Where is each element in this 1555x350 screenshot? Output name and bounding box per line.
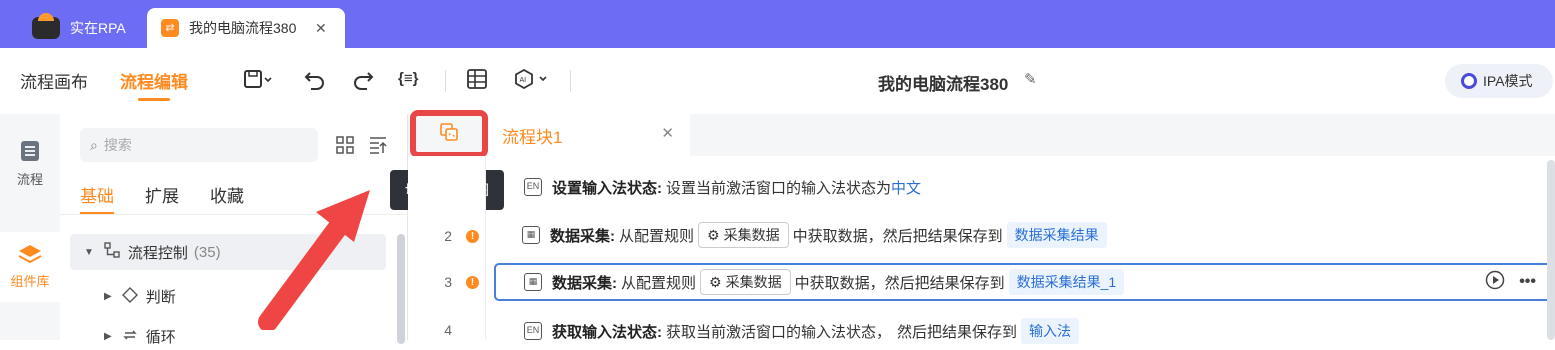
step-text: 中获取数据，然后把结果保存到 <box>794 274 1005 292</box>
search-input[interactable]: ⌕ 搜索 <box>80 128 318 162</box>
source-view-icon <box>440 122 458 146</box>
flow-step-row[interactable]: EN 获取输入法状态: 获取当前激活窗口的输入法状态， 然后把结果保存到 输入法 <box>494 312 1554 350</box>
gear-icon: ⚙ <box>709 273 722 290</box>
flow-tab-label: 我的电脑流程380 <box>189 20 297 36</box>
run-step-icon[interactable] <box>1485 270 1505 295</box>
app-tab[interactable]: 实在RPA <box>32 8 126 48</box>
step-text: 从配置规则 <box>621 274 697 292</box>
document-title: 我的电脑流程380 <box>878 75 1009 94</box>
ipa-mode-button[interactable]: IPA模式 <box>1445 64 1553 98</box>
chip-label: 采集数据 <box>725 274 782 290</box>
step-title: 数据采集: <box>552 274 617 292</box>
step-title: 获取输入法状态: <box>552 323 662 341</box>
tab-favorites[interactable]: 收藏 <box>210 182 244 207</box>
tree-group-label: 流程控制 <box>127 244 188 262</box>
tab-extend[interactable]: 扩展 <box>145 182 179 207</box>
tree-item-label: 判断 <box>145 289 176 306</box>
warning-icon[interactable]: ! <box>466 276 479 289</box>
rule-chip[interactable]: ⚙ 采集数据 <box>700 269 791 295</box>
robot-icon <box>32 13 60 39</box>
left-sidebar: 流程 组件库 <box>0 114 60 340</box>
flow-step-row-selected[interactable]: ▦ 数据采集: 从配置规则 ⚙ 采集数据 中获取数据，然后把结果保存到 数据采集结… <box>494 263 1554 301</box>
table-icon[interactable] <box>466 68 488 95</box>
step-title: 设置输入法状态: <box>552 179 662 197</box>
toolbar: 流程画布 流程编辑 {≡} AI 我的电脑流程380 ✎ IPA模式 <box>0 48 1555 114</box>
redo-icon[interactable] <box>352 68 374 95</box>
sidebar-item-flow[interactable]: 流程 <box>0 140 60 188</box>
tab-flow-edit[interactable]: 流程编辑 <box>120 68 188 101</box>
tab-basic[interactable]: 基础 <box>80 182 114 215</box>
step-value-link[interactable]: 中文 <box>891 177 921 198</box>
ai-icon[interactable]: AI <box>513 68 551 95</box>
undo-icon[interactable] <box>304 68 326 95</box>
data-collect-icon: ▦ <box>524 273 542 291</box>
sort-icon[interactable] <box>369 136 387 159</box>
block-tab-label: 流程块1 <box>502 127 563 147</box>
app-tab-label: 实在RPA <box>70 20 126 36</box>
row-actions: ••• <box>1485 270 1536 295</box>
flow-tab[interactable]: ⇄ 我的电脑流程380 ✕ <box>147 8 345 48</box>
toggle-source-view-button[interactable] <box>410 110 488 158</box>
result-variable-tag[interactable]: 数据采集结果_1 <box>1008 269 1125 295</box>
warning-icon[interactable]: ! <box>466 230 479 243</box>
step-text: 设置当前激活窗口的输入法状态为 <box>666 179 892 197</box>
close-icon[interactable]: ✕ <box>315 20 327 37</box>
result-variable-tag[interactable]: 数据采集结果 <box>1006 222 1107 248</box>
toolbar-divider <box>570 70 571 92</box>
sidebar-item-label: 流程 <box>16 172 43 187</box>
tree-item-judge[interactable]: ▶ 判断 <box>104 286 176 307</box>
result-variable-tag[interactable]: 输入法 <box>1021 318 1080 344</box>
flow-step-row[interactable]: ▦ 数据采集: 从配置规则 ⚙ 采集数据 中获取数据，然后把结果保存到 数据采集结… <box>494 216 1554 254</box>
step-text: 中获取数据，然后把结果保存到 <box>792 227 1003 245</box>
svg-text:AI: AI <box>520 77 527 84</box>
line-number: 4 <box>444 322 452 338</box>
caret-down-icon: ▼ <box>84 246 94 258</box>
tab-flow-canvas[interactable]: 流程画布 <box>20 68 88 93</box>
search-icon: ⌕ <box>90 136 98 153</box>
sidebar-item-label: 组件库 <box>10 274 50 289</box>
sidebar-item-library[interactable]: 组件库 <box>0 232 60 302</box>
step-text: 获取当前激活窗口的输入法状态， <box>666 323 892 341</box>
grid-view-icon[interactable] <box>336 136 354 159</box>
ipa-mode-label: IPA模式 <box>1483 73 1533 89</box>
ipa-icon <box>1461 73 1477 89</box>
decision-icon <box>121 286 138 307</box>
step-text: 然后把结果保存到 <box>897 323 1018 341</box>
rule-chip[interactable]: ⚙ 采集数据 <box>698 222 789 248</box>
editor-scrollbar[interactable] <box>1547 160 1555 340</box>
flow-list-icon <box>21 141 39 161</box>
flow-step-row[interactable]: EN 设置输入法状态: 设置当前激活窗口的输入法状态为 中文 <box>494 168 1554 206</box>
line-gutter: 2 ! 3 ! 4 <box>408 156 486 340</box>
flow-icon: ⇄ <box>161 19 179 37</box>
gear-icon: ⚙ <box>707 226 720 243</box>
flow-control-icon <box>104 242 120 262</box>
tree-group-count: (35) <box>193 243 221 261</box>
library-scrollbar[interactable] <box>397 234 405 344</box>
title-bar: 实在RPA ⇄ 我的电脑流程380 ✕ <box>0 0 1555 48</box>
annotation-arrow-icon <box>258 190 370 330</box>
save-icon[interactable] <box>243 68 273 95</box>
step-title: 数据采集: <box>550 227 615 245</box>
toolbar-divider <box>445 70 446 92</box>
edit-title-icon[interactable]: ✎ <box>1024 70 1037 88</box>
close-icon[interactable]: ✕ <box>661 124 674 142</box>
tree-item-loop[interactable]: ▶ 循环 <box>104 326 176 347</box>
input-method-icon: EN <box>524 322 542 340</box>
search-placeholder: 搜索 <box>103 137 132 153</box>
input-method-icon: EN <box>524 178 542 196</box>
step-text: 从配置规则 <box>619 227 695 245</box>
caret-right-icon: ▶ <box>104 331 112 342</box>
tree-item-label: 循环 <box>145 329 176 346</box>
layers-icon <box>18 245 42 264</box>
line-number: 3 <box>444 274 452 290</box>
loop-icon <box>122 327 138 347</box>
data-collect-icon: ▦ <box>522 226 540 244</box>
caret-right-icon: ▶ <box>104 291 112 302</box>
variable-icon[interactable]: {≡} <box>398 70 418 87</box>
chip-label: 采集数据 <box>723 227 780 243</box>
line-number: 2 <box>444 228 452 244</box>
tab-flow-block-1[interactable]: 流程块1 ✕ <box>488 114 690 156</box>
more-options-icon[interactable]: ••• <box>1519 273 1536 291</box>
